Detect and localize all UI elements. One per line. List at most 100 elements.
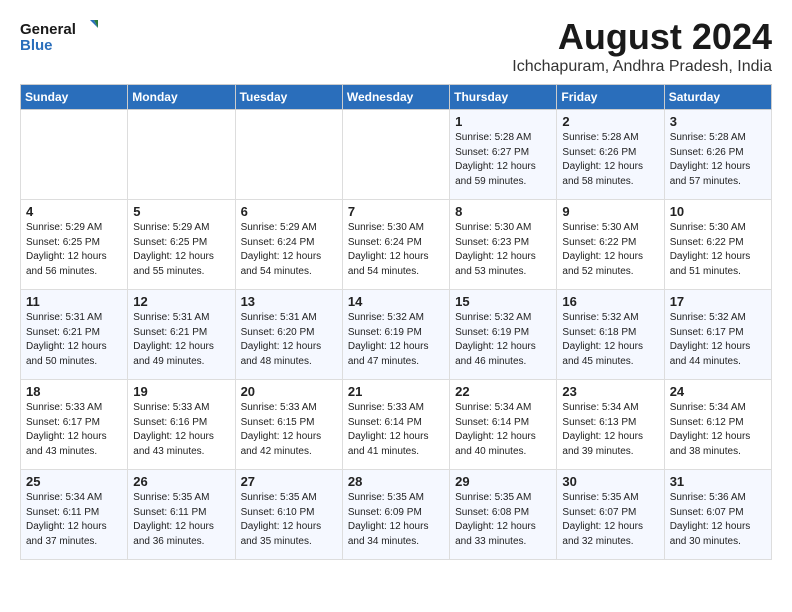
calendar-cell: 5Sunrise: 5:29 AMSunset: 6:25 PMDaylight… (128, 200, 235, 290)
day-number: 1 (455, 114, 551, 129)
day-info: Sunrise: 5:34 AMSunset: 6:14 PMDaylight:… (455, 401, 551, 459)
day-number: 24 (670, 384, 766, 399)
day-number: 2 (562, 114, 658, 129)
day-info: Sunrise: 5:28 AMSunset: 6:26 PMDaylight:… (562, 131, 658, 189)
day-info: Sunrise: 5:32 AMSunset: 6:19 PMDaylight:… (455, 311, 551, 369)
calendar-cell: 1 Sunrise: 5:28 AMSunset: 6:27 PMDaylight… (450, 110, 557, 200)
day-info: Sunrise: 5:29 AMSunset: 6:25 PMDaylight:… (26, 221, 122, 279)
day-number: 4 (26, 204, 122, 219)
calendar-cell: 31 Sunrise: 5:36 AMSunset: 6:07 PMDayligh… (664, 470, 771, 560)
calendar-cell: 17 Sunrise: 5:32 AMSunset: 6:17 PMDayligh… (664, 290, 771, 380)
calendar-cell: 2 Sunrise: 5:28 AMSunset: 6:26 PMDaylight… (557, 110, 664, 200)
day-info: Sunrise: 5:31 AMSunset: 6:21 PMDaylight:… (133, 311, 229, 369)
day-number: 11 (26, 294, 122, 309)
day-number: 13 (241, 294, 337, 309)
day-info: Sunrise: 5:35 AMSunset: 6:09 PMDaylight:… (348, 491, 444, 549)
day-info: Sunrise: 5:33 AMSunset: 6:14 PMDaylight:… (348, 401, 444, 459)
calendar-cell: 19 Sunrise: 5:33 AMSunset: 6:16 PMDayligh… (128, 380, 235, 470)
day-number: 15 (455, 294, 551, 309)
day-number: 12 (133, 294, 229, 309)
day-info: Sunrise: 5:35 AMSunset: 6:07 PMDaylight:… (562, 491, 658, 549)
calendar-cell: 18 Sunrise: 5:33 AMSunset: 6:17 PMDayligh… (21, 380, 128, 470)
day-info: Sunrise: 5:28 AMSunset: 6:26 PMDaylight:… (670, 131, 766, 189)
day-info: Sunrise: 5:33 AMSunset: 6:15 PMDaylight:… (241, 401, 337, 459)
day-number: 21 (348, 384, 444, 399)
day-info: Sunrise: 5:30 AMSunset: 6:24 PMDaylight:… (348, 221, 444, 279)
calendar-cell (128, 110, 235, 200)
dow-header-sunday: Sunday (21, 85, 128, 110)
day-number: 3 (670, 114, 766, 129)
day-info: Sunrise: 5:30 AMSunset: 6:22 PMDaylight:… (670, 221, 766, 279)
day-number: 14 (348, 294, 444, 309)
day-number: 31 (670, 474, 766, 489)
day-number: 25 (26, 474, 122, 489)
calendar-cell: 6 Sunrise: 5:29 AMSunset: 6:24 PMDaylight… (235, 200, 342, 290)
calendar-cell: 14 Sunrise: 5:32 AMSunset: 6:19 PMDayligh… (342, 290, 449, 380)
dow-header-friday: Friday (557, 85, 664, 110)
calendar-cell: 29 Sunrise: 5:35 AMSunset: 6:08 PMDayligh… (450, 470, 557, 560)
location-subtitle: Ichchapuram, Andhra Pradesh, India (512, 58, 772, 76)
header: General Blue August 2024 Ichchapuram, An… (20, 16, 772, 76)
day-info: Sunrise: 5:35 AMSunset: 6:11 PMDaylight:… (133, 491, 229, 549)
day-number: 8 (455, 204, 551, 219)
day-number: 9 (562, 204, 658, 219)
day-info: Sunrise: 5:35 AMSunset: 6:10 PMDaylight:… (241, 491, 337, 549)
day-number: 20 (241, 384, 337, 399)
calendar-cell (235, 110, 342, 200)
calendar-cell: 21 Sunrise: 5:33 AMSunset: 6:14 PMDayligh… (342, 380, 449, 470)
day-info: Sunrise: 5:34 AMSunset: 6:12 PMDaylight:… (670, 401, 766, 459)
calendar-cell: 22 Sunrise: 5:34 AMSunset: 6:14 PMDayligh… (450, 380, 557, 470)
day-number: 30 (562, 474, 658, 489)
dow-header-thursday: Thursday (450, 85, 557, 110)
calendar-table: SundayMondayTuesdayWednesdayThursdayFrid… (20, 84, 772, 560)
day-number: 6 (241, 204, 337, 219)
logo: General Blue (20, 16, 100, 61)
day-number: 7 (348, 204, 444, 219)
day-number: 28 (348, 474, 444, 489)
day-info: Sunrise: 5:36 AMSunset: 6:07 PMDaylight:… (670, 491, 766, 549)
day-number: 17 (670, 294, 766, 309)
calendar-cell: 23 Sunrise: 5:34 AMSunset: 6:13 PMDayligh… (557, 380, 664, 470)
day-number: 18 (26, 384, 122, 399)
calendar-cell: 20 Sunrise: 5:33 AMSunset: 6:15 PMDayligh… (235, 380, 342, 470)
day-info: Sunrise: 5:34 AMSunset: 6:13 PMDaylight:… (562, 401, 658, 459)
day-number: 26 (133, 474, 229, 489)
day-number: 27 (241, 474, 337, 489)
day-info: Sunrise: 5:33 AMSunset: 6:17 PMDaylight:… (26, 401, 122, 459)
calendar-cell: 25Sunrise: 5:34 AMSunset: 6:11 PMDayligh… (21, 470, 128, 560)
calendar-cell: 9Sunrise: 5:30 AMSunset: 6:22 PMDaylight… (557, 200, 664, 290)
day-info: Sunrise: 5:31 AMSunset: 6:21 PMDaylight:… (26, 311, 122, 369)
day-number: 29 (455, 474, 551, 489)
calendar-cell: 4 Sunrise: 5:29 AMSunset: 6:25 PMDaylight… (21, 200, 128, 290)
svg-text:Blue: Blue (20, 37, 53, 54)
calendar-cell (342, 110, 449, 200)
title-area: August 2024 Ichchapuram, Andhra Pradesh,… (512, 16, 772, 76)
day-number: 22 (455, 384, 551, 399)
day-info: Sunrise: 5:32 AMSunset: 6:17 PMDaylight:… (670, 311, 766, 369)
day-info: Sunrise: 5:32 AMSunset: 6:19 PMDaylight:… (348, 311, 444, 369)
day-info: Sunrise: 5:32 AMSunset: 6:18 PMDaylight:… (562, 311, 658, 369)
calendar-cell: 16Sunrise: 5:32 AMSunset: 6:18 PMDayligh… (557, 290, 664, 380)
day-info: Sunrise: 5:29 AMSunset: 6:24 PMDaylight:… (241, 221, 337, 279)
dow-header-wednesday: Wednesday (342, 85, 449, 110)
svg-text:General: General (20, 21, 76, 38)
calendar-cell: 26 Sunrise: 5:35 AMSunset: 6:11 PMDayligh… (128, 470, 235, 560)
dow-header-saturday: Saturday (664, 85, 771, 110)
calendar-cell: 27 Sunrise: 5:35 AMSunset: 6:10 PMDayligh… (235, 470, 342, 560)
calendar-cell (21, 110, 128, 200)
day-number: 19 (133, 384, 229, 399)
calendar-cell: 13 Sunrise: 5:31 AMSunset: 6:20 PMDayligh… (235, 290, 342, 380)
day-info: Sunrise: 5:33 AMSunset: 6:16 PMDaylight:… (133, 401, 229, 459)
day-info: Sunrise: 5:31 AMSunset: 6:20 PMDaylight:… (241, 311, 337, 369)
day-info: Sunrise: 5:28 AMSunset: 6:27 PMDaylight:… (455, 131, 551, 189)
day-info: Sunrise: 5:30 AMSunset: 6:23 PMDaylight:… (455, 221, 551, 279)
calendar-cell: 30 Sunrise: 5:35 AMSunset: 6:07 PMDayligh… (557, 470, 664, 560)
calendar-cell: 11 Sunrise: 5:31 AMSunset: 6:21 PMDayligh… (21, 290, 128, 380)
calendar-cell: 8 Sunrise: 5:30 AMSunset: 6:23 PMDaylight… (450, 200, 557, 290)
logo-svg: General Blue (20, 16, 100, 61)
day-number: 23 (562, 384, 658, 399)
day-info: Sunrise: 5:35 AMSunset: 6:08 PMDaylight:… (455, 491, 551, 549)
day-number: 10 (670, 204, 766, 219)
calendar-cell: 7 Sunrise: 5:30 AMSunset: 6:24 PMDaylight… (342, 200, 449, 290)
day-number: 5 (133, 204, 229, 219)
